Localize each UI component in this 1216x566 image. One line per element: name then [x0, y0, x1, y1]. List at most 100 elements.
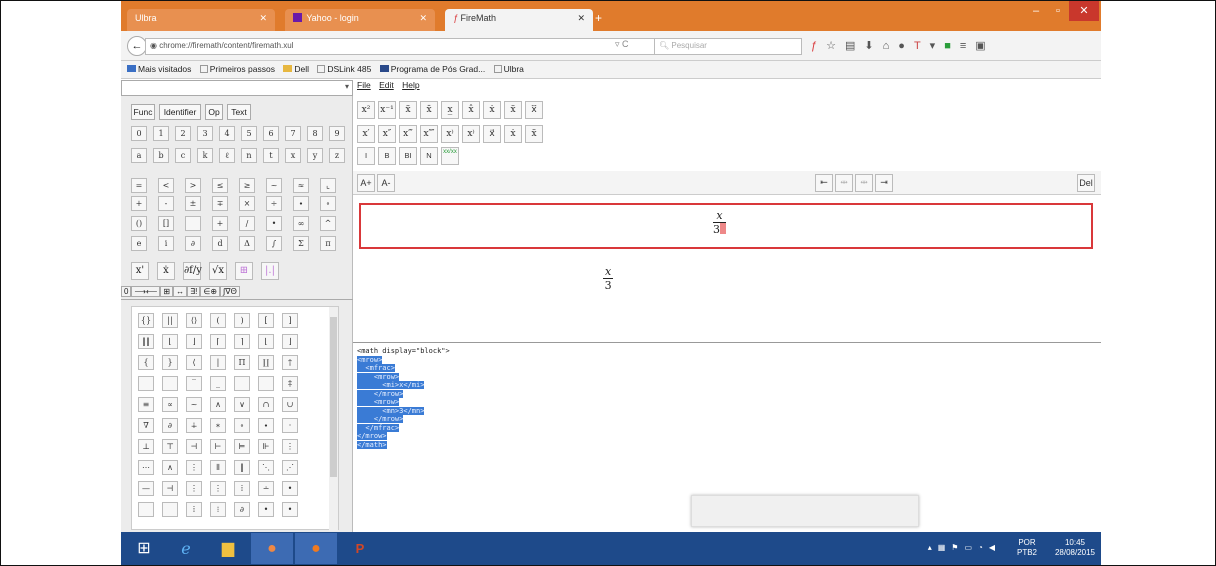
palette-cell[interactable]: d	[212, 236, 228, 251]
palette-cell[interactable]: y	[307, 148, 323, 163]
palette-cell[interactable]: x	[285, 148, 301, 163]
menu-edit[interactable]: Edit	[379, 80, 394, 90]
symbol-cell[interactable]: ∘	[234, 418, 250, 433]
symbol-cell[interactable]: ~	[186, 397, 202, 412]
internet-explorer-icon[interactable]: e	[165, 533, 207, 564]
palette-cell[interactable]: a	[131, 148, 147, 163]
symbol-cell[interactable]: ∩	[258, 397, 274, 412]
script-button[interactable]: ẍ	[525, 125, 543, 143]
reload-icon[interactable]: ▿ C	[615, 39, 629, 50]
palette-cell[interactable]: 8	[307, 126, 323, 141]
palette-cell[interactable]: ∫	[266, 236, 282, 251]
symbol-cell[interactable]: •	[258, 502, 274, 517]
symbol-cell[interactable]	[258, 376, 274, 391]
symbol-cell[interactable]: ⊨	[234, 439, 250, 454]
palette-cell[interactable]: i	[158, 236, 174, 251]
script-button[interactable]: x′	[357, 125, 375, 143]
close-icon[interactable]: ✕	[259, 13, 267, 24]
palette-cell[interactable]: ∓	[212, 196, 228, 211]
symbol-cell[interactable]: ∔	[186, 418, 202, 433]
text-icon[interactable]: T	[914, 40, 930, 52]
bookmark-mais-visitados[interactable]: Mais visitados	[127, 64, 191, 74]
symbol-cell[interactable]: ∝	[162, 397, 178, 412]
font-size-down-button[interactable]: A-	[377, 174, 395, 192]
symbol-cell[interactable]	[162, 376, 178, 391]
template-button[interactable]: ⊞	[235, 262, 253, 280]
script-button[interactable]: x⃛	[525, 101, 543, 119]
identifier-button[interactable]: Identifier	[159, 104, 201, 120]
symbol-cell[interactable]: Π	[234, 355, 250, 370]
style-button[interactable]: xx/xx	[441, 147, 459, 165]
align-left-icon[interactable]: ⇤	[815, 174, 833, 192]
palette-subtab[interactable]: ↔	[173, 286, 188, 297]
chat-icon[interactable]: ●	[898, 40, 914, 52]
symbol-cell[interactable]: ∂	[162, 418, 178, 433]
palette-subtab[interactable]: ∈⊕	[200, 286, 221, 297]
bookmark-ulbra[interactable]: Ulbra	[493, 64, 524, 74]
symbol-cell[interactable]: }	[162, 355, 178, 370]
palette-cell[interactable]: z	[329, 148, 345, 163]
dropdown-icon[interactable]: ▾	[930, 40, 945, 52]
fraction-denominator[interactable]: 3	[713, 222, 726, 236]
symbol-cell[interactable]: ⊢	[210, 439, 226, 454]
palette-cell[interactable]: π	[320, 236, 336, 251]
palette-cell[interactable]: ≤	[212, 178, 228, 193]
palette-subtab[interactable]: ⊞	[160, 286, 174, 297]
style-button[interactable]: N	[420, 147, 438, 165]
symbol-cell[interactable]: ⋮	[282, 439, 298, 454]
palette-cell[interactable]: 6	[263, 126, 279, 141]
palette-cell[interactable]: +	[212, 216, 228, 231]
math-editor[interactable]: x 3	[359, 203, 1093, 249]
template-button[interactable]: x'	[131, 262, 149, 280]
palette-cell[interactable]: 4	[219, 126, 235, 141]
close-icon[interactable]: ✕	[577, 13, 585, 24]
download-icon[interactable]: ⬇	[864, 40, 882, 52]
script-button[interactable]: x⁾	[462, 125, 480, 143]
tab-firemath[interactable]: ƒ FireMath ✕	[445, 9, 593, 31]
symbol-cell[interactable]	[162, 502, 178, 517]
symbol-cell[interactable]: [	[258, 313, 274, 328]
symbol-cell[interactable]: ∗	[210, 418, 226, 433]
symbol-cell[interactable]: ⟨⟩	[186, 313, 202, 328]
palette-cell[interactable]: +	[131, 196, 147, 211]
style-button[interactable]: B	[378, 147, 396, 165]
editor-fraction[interactable]: x 3	[713, 209, 726, 236]
symbol-cell[interactable]: ⁞	[186, 502, 202, 517]
symbol-cell[interactable]: ∐	[258, 355, 274, 370]
palette-cell[interactable]: t	[263, 148, 279, 163]
script-button[interactable]: x⁾	[441, 125, 459, 143]
symbol-cell[interactable]: (	[210, 313, 226, 328]
symbol-cell[interactable]: ⌊	[162, 334, 178, 349]
palette-cell[interactable]: >	[185, 178, 201, 193]
script-button[interactable]: x̲	[441, 101, 459, 119]
mathml-code[interactable]: <math display="block"> <mrow> <mfrac> <mr…	[357, 347, 450, 449]
text-button[interactable]: Text	[227, 104, 251, 120]
search-field[interactable]: 🔍︎ Pesquisar	[654, 38, 802, 55]
script-button[interactable]: ẋ	[483, 101, 501, 119]
op-button[interactable]: Op	[205, 104, 223, 120]
symbol-cell[interactable]: ‖‖	[138, 334, 154, 349]
symbol-cell[interactable]: ⁝	[210, 502, 226, 517]
symbol-cell[interactable]: ||	[162, 313, 178, 328]
symbol-cell[interactable]: ⌉	[234, 334, 250, 349]
palette-cell[interactable]: ±	[185, 196, 201, 211]
symbol-cell[interactable]: ⋮	[186, 460, 202, 475]
menu-file[interactable]: File	[357, 80, 371, 90]
palette-cell[interactable]: 9	[329, 126, 345, 141]
symbol-cell[interactable]: ≡	[138, 397, 154, 412]
template-button[interactable]: |.|	[261, 262, 279, 280]
template-button[interactable]: ∂f/y	[183, 262, 202, 280]
symbol-cell[interactable]: ]	[282, 313, 298, 328]
scroll-thumb[interactable]	[330, 317, 337, 477]
symbol-cell[interactable]: _	[210, 376, 226, 391]
bookmark-dell[interactable]: Dell	[283, 64, 309, 74]
fraction-numerator[interactable]: x	[713, 209, 726, 222]
symbol-cell[interactable]: ⦀	[210, 460, 226, 475]
symbol-cell[interactable]	[234, 376, 250, 391]
palette-cell[interactable]: /	[239, 216, 255, 231]
script-button[interactable]: x̄	[420, 101, 438, 119]
symbol-cell[interactable]: •	[282, 481, 298, 496]
palette-cell[interactable]: -	[158, 196, 174, 211]
symbol-cell[interactable]: ⊣	[162, 481, 178, 496]
palette-cell[interactable]: ÷	[266, 196, 282, 211]
